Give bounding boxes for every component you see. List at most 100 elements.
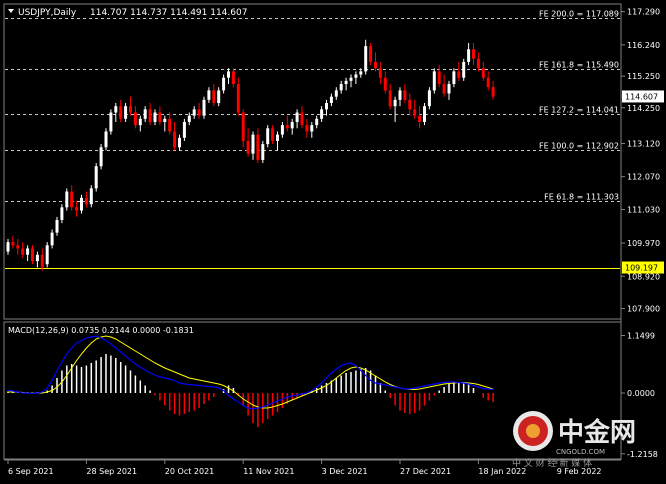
candle-body [334,90,338,97]
price-tick-label: 111.030 [627,206,660,215]
macd-tick-label: 0.0000 [627,389,655,398]
candle-body [129,106,132,113]
cngold-logo-core-icon [526,424,540,438]
chart-window: FE 200.0 = 117.089 FE 161.8 = 115.490 FE 1… [0,0,666,480]
candle-body [364,46,368,72]
time-tick-label: 11 Nov 2021 [243,467,294,476]
candle-body [84,197,88,205]
candle-body [21,248,25,255]
ohlc-values: 114.707 114.737 114.491 114.607 [90,8,247,18]
candle-body [163,118,167,122]
candle-body [11,242,15,246]
macd-tick-label: -1.2158 [627,450,658,459]
candle-body [241,112,245,141]
candle-body [423,106,426,122]
candle-body [89,188,93,205]
candle-body [462,61,466,78]
candle-body [266,128,270,145]
candle-body [457,71,461,78]
candle-body [398,90,402,100]
candle-body [290,121,294,129]
candle-body [207,90,211,100]
candle-body [212,90,216,104]
candle-body [256,134,260,160]
candle-body [285,125,289,129]
watermark-slogan: 中 文 财 经 新 媒 体 [512,457,592,469]
support-price-label: 109.197 [625,264,658,273]
price-tick-label: 112.070 [627,173,660,182]
candle-body [60,207,64,220]
candle-body [315,118,319,126]
macd-tick-label: 1.1499 [627,332,655,341]
candle-body [187,115,191,122]
candle-body [481,68,485,78]
background [0,0,666,480]
candle-body [182,121,186,138]
candle-body [80,197,83,211]
candle-body [418,115,422,122]
candle-body [339,84,343,91]
price-tick-label: 109.970 [627,239,660,248]
candle-body [393,99,397,107]
candle-body [197,109,201,116]
candle-body [94,166,98,189]
candle-body [75,207,79,211]
candle-body [408,99,412,110]
candle-body [261,144,265,160]
time-tick-label: 27 Dec 2021 [400,467,451,476]
candle-body [472,49,475,59]
candle-body [55,219,59,233]
candle-body [114,106,118,113]
fib-label-0: FE 200.0 = 117.089 [539,10,619,19]
candle-body [231,71,235,85]
candle-body [325,103,328,110]
watermark-brand: 中金网 [558,417,636,448]
candle-body [45,245,49,265]
candle-body [300,112,304,126]
candle-body [320,109,324,119]
candle-body [403,90,407,100]
fib-label-4: FE 61.8 = 111.303 [544,193,619,202]
candle-body [153,112,157,122]
price-tick-label: 115.250 [627,72,660,81]
price-tick-label: 113.120 [627,139,660,148]
candle-body [310,125,314,132]
candle-body [413,109,417,116]
candle-body [251,134,255,154]
candle-body [354,74,358,78]
time-tick-label: 20 Oct 2021 [165,467,214,476]
candle-body [65,191,69,208]
candle-body [276,134,279,141]
candle-body [192,109,196,116]
candle-body [349,77,353,81]
candle-body [138,118,142,126]
candle-body [437,71,441,85]
candle-body [369,46,373,62]
fib-label-1: FE 161.8 = 115.490 [539,61,619,70]
candle-body [133,112,137,126]
candle-body [305,125,309,132]
chart-canvas[interactable]: FE 200.0 = 117.089 FE 161.8 = 115.490 FE 1… [0,0,666,480]
symbol-label: USDJPY,Daily [18,8,77,18]
candle-body [246,140,250,154]
candle-body [295,112,299,122]
candle-body [50,232,54,246]
current-price-label: 114.607 [625,92,658,101]
candle-body [491,87,495,97]
candle-body [452,71,456,85]
candle-body [202,99,206,116]
candle-body [344,80,348,85]
candle-body [158,112,162,122]
candle-body [486,77,490,88]
candle-body [40,254,44,268]
candle-body [70,191,74,208]
candle-body [280,125,284,135]
fib-label-2: FE 127.2 = 114.041 [539,106,619,115]
candle-body [26,248,30,255]
candle-body [378,68,382,78]
price-tick-label: 114.250 [627,104,660,113]
candle-body [6,242,10,252]
candle-body [31,248,34,262]
candle-body [467,49,471,62]
candle-body [104,131,108,148]
